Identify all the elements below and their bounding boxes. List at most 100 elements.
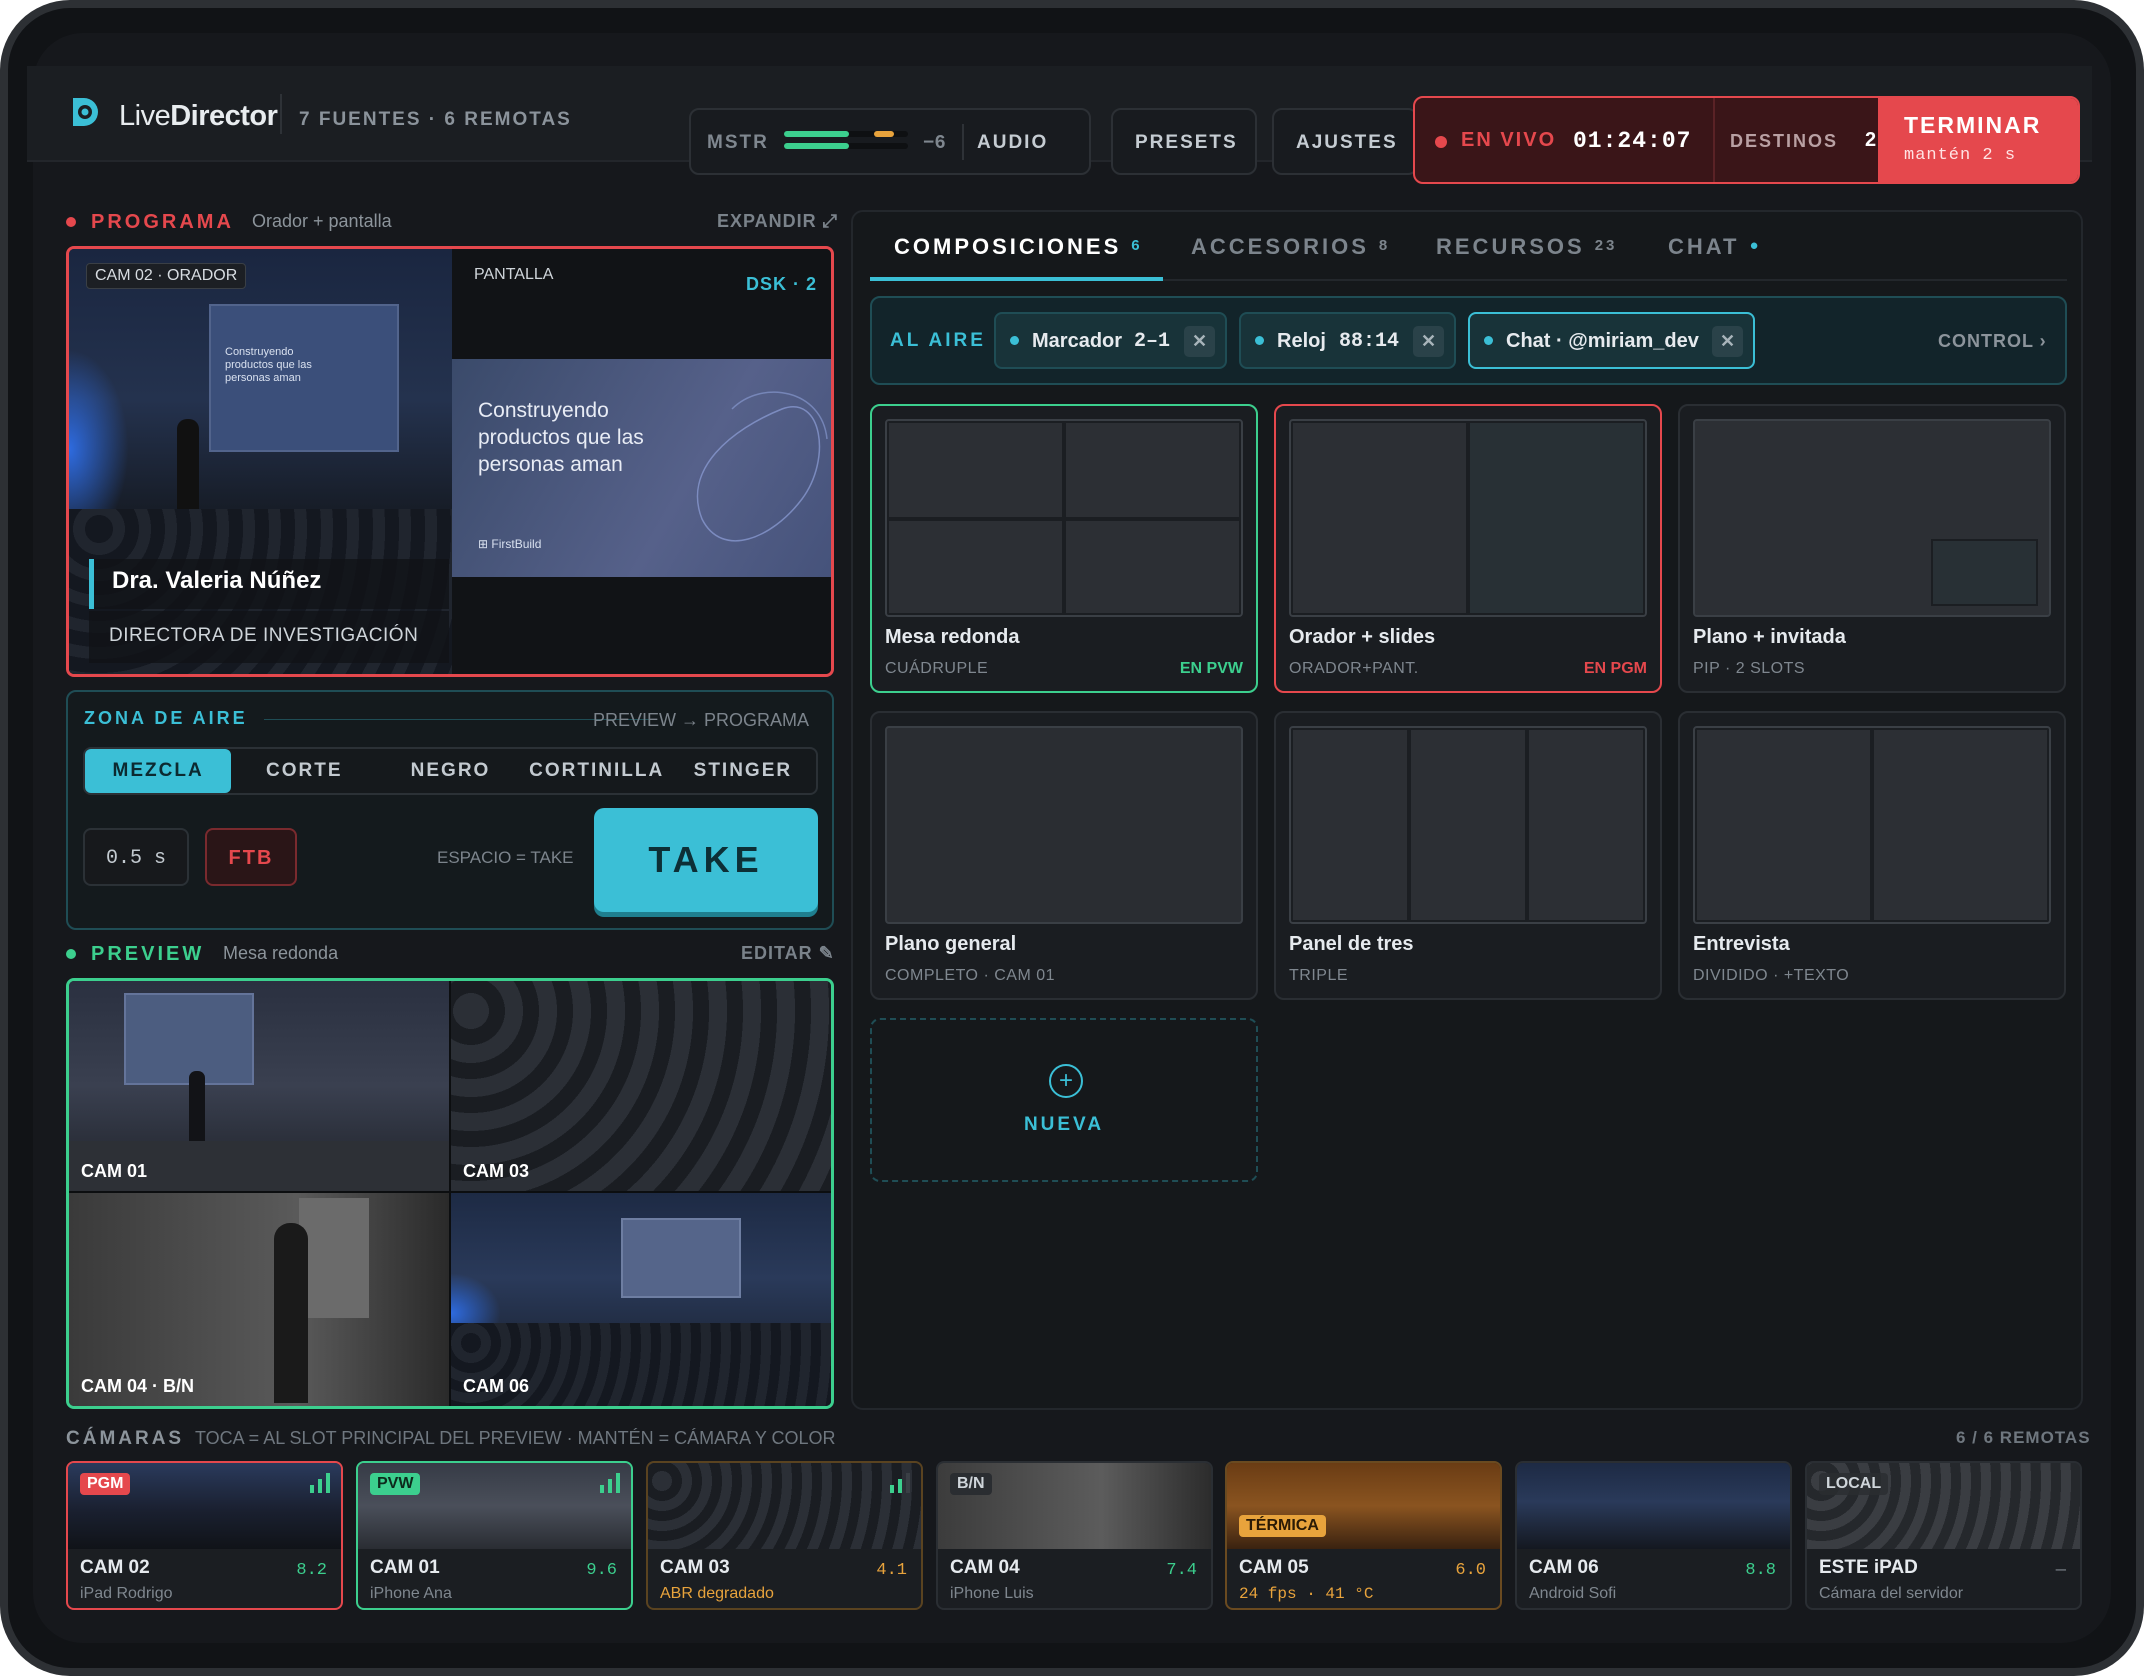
preview-monitor[interactable]: CAM 01 CAM 03 CAM 04 · B/N CAM 06 <box>66 978 834 1409</box>
app-title: LiveDirector <box>119 100 278 132</box>
expand-button[interactable]: EXPANDIR ⤢ <box>717 211 838 232</box>
camera-name: CAM 05 <box>1239 1557 1309 1578</box>
composition-name: Orador + slides <box>1289 626 1436 648</box>
camera-score: 4.1 <box>876 1561 907 1580</box>
transition-corte[interactable]: CORTE <box>231 749 377 793</box>
camera-card[interactable]: CAM 06 Android Sofi 8.8 <box>1515 1461 1792 1610</box>
tab-recursos[interactable]: RECURSOS 23 <box>1436 234 1617 260</box>
slide-graphic <box>696 391 828 542</box>
air-zone-title: ZONA DE AIRE <box>84 708 248 728</box>
edit-button[interactable]: EDITAR ✎ <box>741 943 835 964</box>
camera-card[interactable]: PGM CAM 02 iPad Rodrigo 8.2 <box>66 1461 343 1610</box>
transition-cortinilla[interactable]: CORTINILLA <box>524 749 670 793</box>
lower-third-role: DIRECTORA DE INVESTIGACIÓN <box>109 625 419 646</box>
chip-label: Marcador <box>1032 330 1123 352</box>
chip-label: Chat · @miriam_dev <box>1506 330 1699 352</box>
lower-third-role-bar: DIRECTORA DE INVESTIGACIÓN <box>89 611 449 663</box>
camera-device: Android Sofi <box>1529 1585 1617 1602</box>
camera-badge: TÉRMICA <box>1239 1515 1326 1537</box>
camera-card[interactable]: PVW CAM 01 iPhone Ana 9.6 <box>356 1461 633 1610</box>
master-audio-pill[interactable]: MSTR −6 AUDIO <box>689 108 1091 175</box>
presets-label: PRESETS <box>1135 132 1238 153</box>
layout-full <box>885 726 1243 924</box>
close-icon[interactable]: ✕ <box>1184 326 1215 357</box>
dsk-indicator[interactable]: DSK · 2 <box>738 271 825 298</box>
transition-duration[interactable]: 0.5 s <box>83 828 189 886</box>
destinations-label: DESTINOS <box>1730 131 1839 151</box>
preview-dot-icon <box>66 949 76 959</box>
composition-type: DIVIDIDO · +TEXTO <box>1693 967 1850 984</box>
transition-mezcla[interactable]: MEZCLA <box>85 749 232 793</box>
ftb-button[interactable]: FTB <box>205 828 297 886</box>
layout-side-by-side <box>1693 726 2051 924</box>
composition-card[interactable]: Plano + invitada PIP · 2 SLOTS <box>1678 404 2066 693</box>
composition-card[interactable]: Entrevista DIVIDIDO · +TEXTO <box>1678 711 2066 1000</box>
cam-tag: CAM 02 · ORADOR <box>86 263 247 289</box>
tab-composiciones[interactable]: COMPOSICIONES 6 <box>894 234 1143 260</box>
new-composition-label: NUEVA <box>1023 1114 1105 1135</box>
preview-tile-2[interactable]: CAM 03 <box>451 981 831 1191</box>
composition-type: CUÁDRUPLE <box>885 660 989 677</box>
camera-card[interactable]: CAM 03 ABR degradado 4.1 <box>646 1461 923 1610</box>
camera-device: iPhone Luis <box>950 1585 1034 1602</box>
slide: Construyendo productos que las personas … <box>452 359 831 577</box>
presets-button[interactable]: PRESETS <box>1111 108 1257 175</box>
camera-card[interactable]: B/N CAM 04 iPhone Luis 7.4 <box>936 1461 1213 1610</box>
settings-button[interactable]: AJUSTES <box>1272 108 1418 175</box>
composition-card[interactable]: Mesa redonda CUÁDRUPLE EN PVW <box>870 404 1258 693</box>
camera-name: ESTE iPAD <box>1819 1557 1918 1578</box>
composition-status: EN PGM <box>1583 660 1647 677</box>
preview-tile-4[interactable]: CAM 06 <box>451 1193 831 1406</box>
tab-accesorios[interactable]: ACCESORIOS 8 <box>1191 234 1390 260</box>
camera-badge: B/N <box>950 1473 992 1495</box>
tab-chat[interactable]: CHAT ● <box>1668 234 1762 260</box>
composition-card[interactable]: Orador + slides ORADOR+PANT. EN PGM <box>1274 404 1662 693</box>
new-composition-button[interactable]: + NUEVA <box>870 1018 1258 1182</box>
on-air-label: AL AIRE <box>890 330 986 351</box>
top-bar: LiveDirector 7 FUENTES · 6 REMOTAS MSTR … <box>27 66 2092 184</box>
remote-count: 6 / 6 REMOTAS <box>1956 1428 2091 1447</box>
tile-label: CAM 01 <box>81 1161 148 1181</box>
transition-negro[interactable]: NEGRO <box>377 749 523 793</box>
chip-chat[interactable]: Chat · @miriam_dev ✕ <box>1468 312 1755 369</box>
audio-button[interactable]: AUDIO <box>977 132 1048 154</box>
duration-value: 0.5 s <box>105 847 166 870</box>
composition-card[interactable]: Plano general COMPLETO · CAM 01 <box>870 711 1258 1000</box>
settings-label: AJUSTES <box>1296 132 1398 153</box>
lower-third: Dra. Valeria Núñez <box>89 559 449 609</box>
composition-card[interactable]: Panel de tres TRIPLE <box>1274 711 1662 1000</box>
layout-pip <box>1693 419 2051 617</box>
camera-device: ABR degradado <box>660 1585 774 1602</box>
chip-dot-icon <box>1010 336 1019 345</box>
preview-title: PREVIEW <box>91 943 205 965</box>
composition-type: PIP · 2 SLOTS <box>1693 660 1806 677</box>
control-link[interactable]: CONTROL › <box>1938 331 2047 352</box>
sources-count: 7 FUENTES · 6 REMOTAS <box>299 109 572 130</box>
camera-name: CAM 06 <box>1529 1557 1599 1578</box>
tile-label: CAM 04 · B/N <box>81 1376 195 1396</box>
preview-tile-1[interactable]: CAM 01 <box>69 981 449 1191</box>
program-title: PROGRAMA <box>91 211 234 233</box>
camera-thumbnail <box>1517 1463 1790 1549</box>
take-button[interactable]: TAKE <box>594 808 818 912</box>
camera-card[interactable]: LOCAL ESTE iPAD Cámara del servidor — <box>1805 1461 2082 1610</box>
screen-tag: PANTALLA <box>474 266 554 283</box>
lower-third-name: Dra. Valeria Núñez <box>112 567 322 594</box>
active-tab-indicator <box>870 277 1163 281</box>
live-timer: 01:24:07 <box>1573 128 1692 154</box>
program-monitor[interactable]: Construyendo productos que las personas … <box>66 246 834 677</box>
camera-card[interactable]: TÉRMICA CAM 05 24 fps · 41 °C 6.0 <box>1225 1461 1502 1610</box>
camera-score: — <box>2055 1561 2066 1580</box>
end-broadcast-button[interactable]: TERMINAR mantén 2 s <box>1878 98 2078 182</box>
transition-stinger[interactable]: STINGER <box>670 749 816 793</box>
close-icon[interactable]: ✕ <box>1712 326 1743 357</box>
preview-subtitle: Mesa redonda <box>223 943 339 963</box>
live-dot-icon <box>1435 136 1447 148</box>
chip-clock[interactable]: Reloj 88:14 ✕ <box>1239 312 1456 369</box>
close-icon[interactable]: ✕ <box>1413 326 1444 357</box>
layout-quad <box>885 419 1243 617</box>
composition-type: COMPLETO · CAM 01 <box>885 967 1056 984</box>
preview-tile-3[interactable]: CAM 04 · B/N <box>69 1193 449 1406</box>
chip-scoreboard[interactable]: Marcador 2–1 ✕ <box>994 312 1227 369</box>
camera-score: 9.6 <box>586 1561 617 1580</box>
